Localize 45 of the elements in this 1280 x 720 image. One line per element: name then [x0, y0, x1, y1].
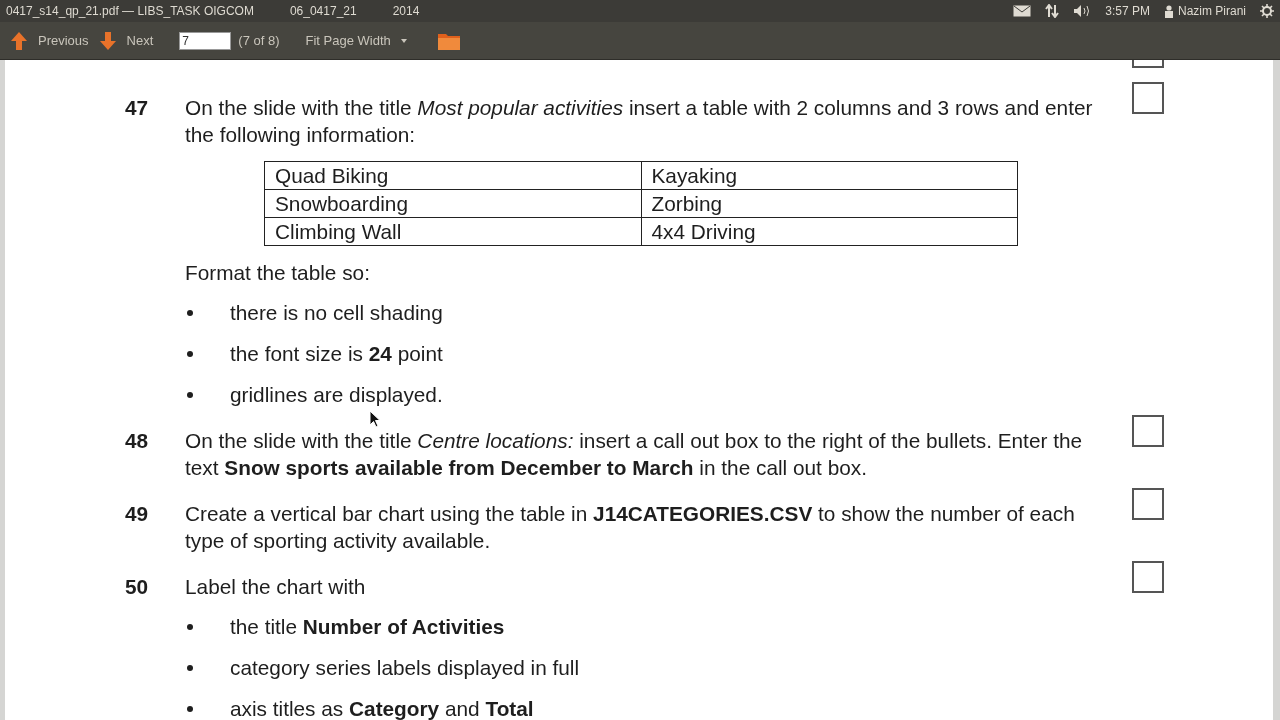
mail-icon[interactable] — [1013, 5, 1032, 17]
question-number: 48 — [125, 428, 150, 454]
window-title: 0417_s14_qp_21.pdf — LIBS_TASK OIGCOM — [6, 3, 254, 20]
window-title: 06_0417_21 — [289, 3, 357, 20]
question-text: On the slide with the title Most popular activities insert a table with 2 columns and 3 rows and enter the following information: — [185, 95, 1094, 148]
bullet-text: axis titles as Category and Total — [230, 696, 534, 720]
question-text: Create a vertical bar chart using the table in J14CATEGORIES.CSV to show the number of each type of sporting activity available. — [185, 501, 1076, 554]
volume-icon[interactable] — [1073, 4, 1092, 18]
arrow-up-icon — [10, 30, 28, 51]
bullet-text: category series labels displayed in full — [230, 655, 580, 681]
table-cell: Snowboarding — [264, 189, 641, 218]
clock[interactable]: 3:57 PM — [1105, 2, 1150, 20]
question-text: Format the table so: — [185, 260, 371, 286]
question-number: 50 — [125, 574, 150, 600]
checkbox[interactable] — [1132, 561, 1164, 593]
bullet-text: there is no cell shading — [230, 300, 443, 326]
window-title: 2014 — [392, 3, 420, 20]
question-number: 47 — [125, 95, 150, 121]
table-cell: Kayaking — [641, 161, 1018, 190]
question-text: On the slide with the title Centre locations: insert a call out box to the right of the bullets. Enter the text Snow sports available from December to March in the call out box. — [185, 428, 1084, 481]
caret-icon — [400, 38, 407, 43]
pointer-icon — [369, 410, 381, 428]
checkbox[interactable] — [1132, 60, 1164, 68]
checkbox[interactable] — [1132, 415, 1164, 447]
user-icon[interactable] — [1164, 4, 1174, 18]
zoom-dropdown[interactable]: Fit Page Width — [305, 30, 407, 51]
checkbox[interactable] — [1132, 488, 1164, 520]
page-count: (7 of 8) — [238, 31, 280, 50]
bullet-text: gridlines are displayed. — [230, 382, 443, 408]
page-number-field[interactable]: 7 — [179, 31, 232, 50]
user-name[interactable]: Nazim Pirani — [1178, 2, 1246, 20]
checkbox[interactable] — [1132, 82, 1164, 114]
arrow-down-icon — [98, 30, 117, 51]
table-cell: Quad Biking — [264, 161, 641, 190]
table-cell: 4x4 Driving — [641, 217, 1018, 246]
next-button[interactable]: Next — [98, 30, 154, 51]
network-icon[interactable] — [1045, 4, 1060, 18]
settings-icon[interactable] — [1260, 4, 1274, 18]
bullet-text: the title Number of Activities — [230, 614, 505, 640]
table-cell: Zorbing — [641, 189, 1018, 218]
question-text: Label the chart with — [185, 574, 367, 600]
bullet-text: the font size is 24 point — [230, 341, 443, 367]
previous-button[interactable]: Previous — [10, 30, 89, 51]
question-number: 49 — [125, 501, 150, 527]
table-cell: Climbing Wall — [264, 217, 641, 246]
